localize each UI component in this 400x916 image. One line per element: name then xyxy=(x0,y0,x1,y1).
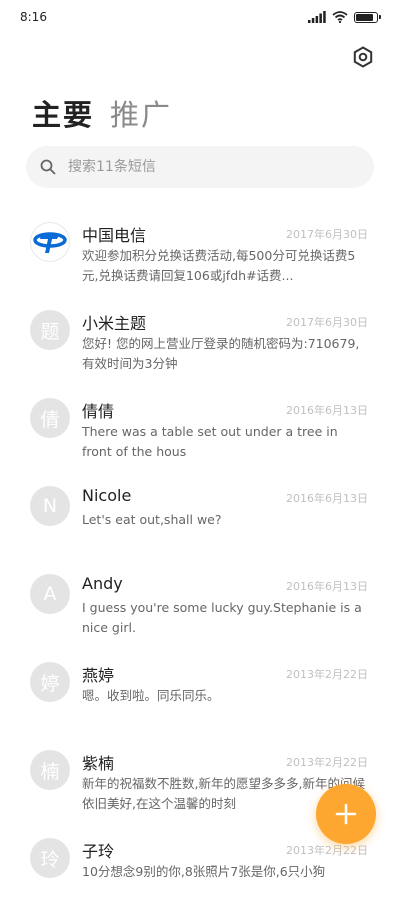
conversation-preview: 欢迎参加积分兑换话费活动,每500分可兑换话费5元,兑换话费请回复106或jfd… xyxy=(82,248,356,283)
tab-bar: 主要 推广 xyxy=(32,92,172,134)
conversation-date: 2017年6月30日 xyxy=(286,316,368,329)
avatar: 题 xyxy=(30,310,70,350)
avatar: N xyxy=(30,486,70,526)
china-telecom-logo-icon xyxy=(33,232,67,253)
conversation-item[interactable]: 中国电信 2017年6月30日 欢迎参加积分兑换话费活动,每500分可兑换话费5… xyxy=(0,212,400,300)
battery-fill xyxy=(356,13,373,21)
avatar: 楠 xyxy=(30,750,70,790)
conversation-preview: 嗯。收到啦。同乐同乐。 xyxy=(82,688,220,703)
conversation-name: 倩倩 xyxy=(82,402,115,421)
avatar: 倩 xyxy=(30,398,70,438)
conversation-date: 2016年6月13日 xyxy=(286,404,368,417)
avatar: 婷 xyxy=(30,662,70,702)
settings-button[interactable] xyxy=(350,44,376,70)
tab-main[interactable]: 主要 xyxy=(32,92,94,134)
conversation-name: 子玲 xyxy=(82,842,115,861)
conversation-preview: There was a table set out under a tree i… xyxy=(82,424,338,459)
settings-icon xyxy=(353,46,373,68)
conversation-preview: 您好! 您的网上营业厅登录的随机密码为:710679,有效时间为3分钟 xyxy=(82,336,360,371)
conversation-date: 2013年2月22日 xyxy=(286,844,368,857)
status-icons xyxy=(308,11,381,23)
conversation-preview: 10分想念9别的你,8张照片7张是你,6只小狗 xyxy=(82,864,326,879)
conversation-date: 2016年6月13日 xyxy=(286,580,368,593)
status-time: 8:16 xyxy=(20,10,47,24)
signal-icon xyxy=(308,11,326,23)
plus-icon xyxy=(335,803,357,825)
conversation-preview: Let's eat out,shall we? xyxy=(82,512,222,527)
status-bar: 8:16 xyxy=(0,0,400,34)
tab-promotion[interactable]: 推广 xyxy=(110,92,172,134)
search-icon xyxy=(40,159,56,175)
conversation-preview: I guess you're some lucky guy.Stephanie … xyxy=(82,600,362,635)
conversation-item[interactable]: A Andy 2016年6月13日 I guess you're some lu… xyxy=(0,564,400,652)
new-message-button[interactable] xyxy=(316,784,376,844)
avatar: A xyxy=(30,574,70,614)
search-bar[interactable] xyxy=(26,146,374,188)
avatar: 玲 xyxy=(30,838,70,878)
conversation-item[interactable]: 倩 倩倩 2016年6月13日 There was a table set ou… xyxy=(0,388,400,476)
conversation-date: 2013年2月22日 xyxy=(286,668,368,681)
conversation-item[interactable]: N Nicole 2016年6月13日 Let's eat out,shall … xyxy=(0,476,400,564)
search-input[interactable] xyxy=(66,158,350,176)
conversation-item[interactable]: 婷 燕婷 2013年2月22日 嗯。收到啦。同乐同乐。 xyxy=(0,652,400,740)
conversation-name: Nicole xyxy=(82,486,132,505)
avatar xyxy=(30,222,70,262)
conversation-name: 中国电信 xyxy=(82,226,147,245)
conversation-name: 小米主题 xyxy=(82,314,147,333)
battery-icon xyxy=(354,11,381,23)
conversation-item[interactable]: 题 小米主题 2017年6月30日 您好! 您的网上营业厅登录的随机密码为:71… xyxy=(0,300,400,388)
conversation-date: 2013年2月22日 xyxy=(286,756,368,769)
conversation-name: 燕婷 xyxy=(82,666,115,685)
conversation-date: 2017年6月30日 xyxy=(286,228,368,241)
conversation-name: 紫楠 xyxy=(82,754,115,773)
conversation-name: Andy xyxy=(82,574,123,593)
conversation-date: 2016年6月13日 xyxy=(286,492,368,505)
wifi-icon xyxy=(332,11,348,23)
